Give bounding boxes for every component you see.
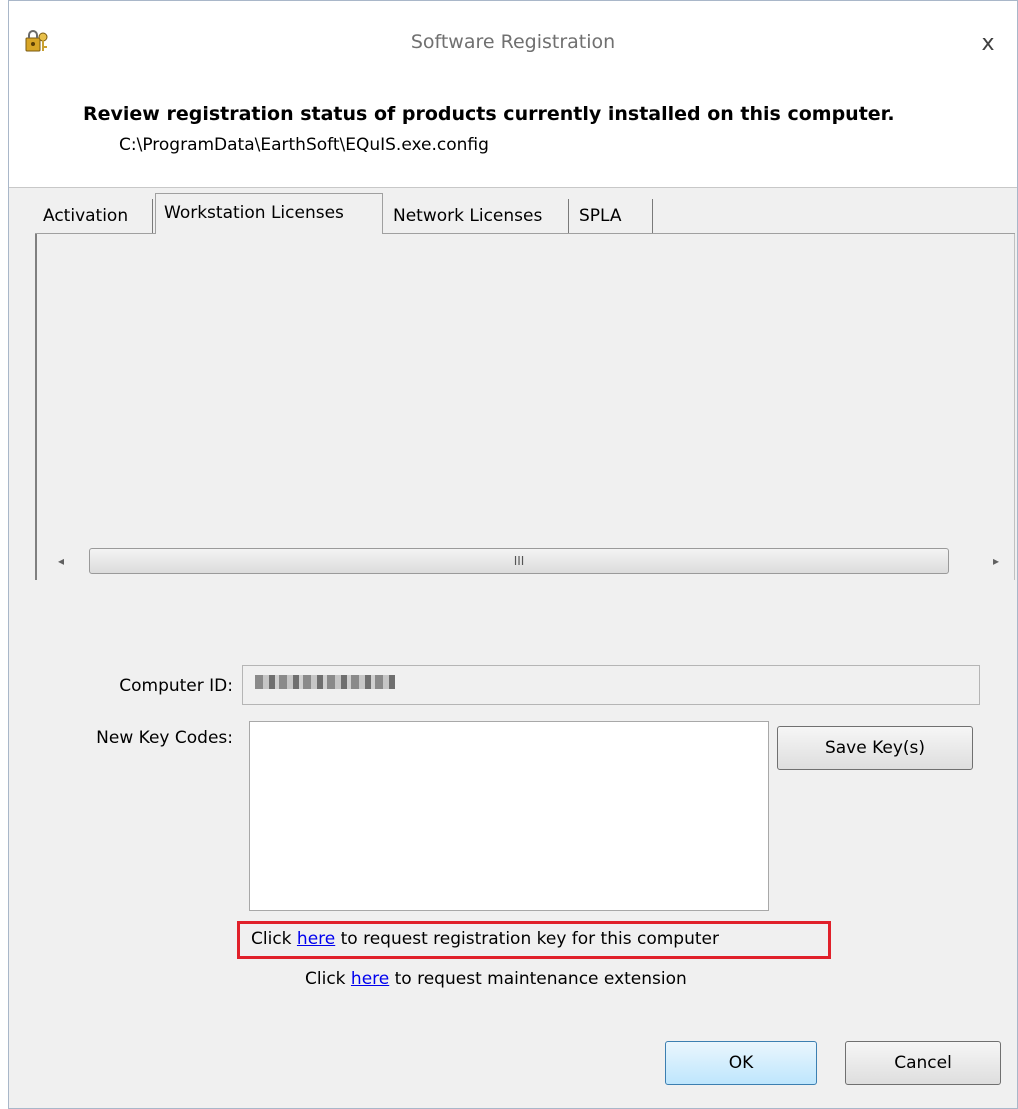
registration-suffix: to request registration key for this com… [335, 929, 719, 949]
title-bar[interactable]: Software Registration x [9, 1, 1017, 89]
window-title: Software Registration [410, 31, 616, 53]
maintenance-link-line: Click here to request maintenance extens… [305, 969, 687, 989]
computer-id-redacted [255, 675, 395, 689]
tab-activation[interactable]: Activation [35, 199, 153, 233]
computer-id-label: Computer ID: [119, 676, 233, 696]
cancel-button[interactable]: Cancel [845, 1041, 1001, 1085]
header-title: Review registration status of products c… [83, 103, 895, 125]
software-registration-dialog: Software Registration x Review registrat… [8, 0, 1018, 1109]
scroll-thumb[interactable]: III [89, 548, 949, 574]
key-codes-label: New Key Codes: [96, 728, 233, 748]
ok-button[interactable]: OK [665, 1041, 817, 1085]
registration-key-link[interactable]: here [297, 929, 335, 949]
scroll-right-icon[interactable]: ▸ [984, 550, 1008, 572]
close-icon[interactable]: x [975, 31, 1001, 57]
registration-link-line: Click here to request registration key f… [251, 929, 719, 949]
maintenance-suffix: to request maintenance extension [389, 969, 687, 989]
tab-spla[interactable]: SPLA [571, 199, 653, 233]
save-keys-button[interactable]: Save Key(s) [777, 726, 973, 770]
maintenance-prefix: Click [305, 969, 351, 989]
tab-network-licenses[interactable]: Network Licenses [385, 199, 569, 233]
computer-id-field [242, 665, 980, 705]
scroll-left-icon[interactable]: ◂ [49, 550, 73, 572]
licenses-list[interactable]: ◂ III ▸ [35, 234, 1015, 580]
config-path: C:\ProgramData\EarthSoft\EQuIS.exe.confi… [119, 135, 489, 155]
dialog-header: Review registration status of products c… [9, 89, 1017, 188]
maintenance-extension-link[interactable]: here [351, 969, 389, 989]
tab-workstation-licenses[interactable]: Workstation Licenses [155, 193, 383, 234]
registration-prefix: Click [251, 929, 297, 949]
key-codes-input[interactable] [249, 721, 769, 911]
tab-strip: Activation Workstation Licenses Network … [35, 193, 1015, 234]
horizontal-scrollbar[interactable]: ◂ III ▸ [37, 546, 1014, 576]
